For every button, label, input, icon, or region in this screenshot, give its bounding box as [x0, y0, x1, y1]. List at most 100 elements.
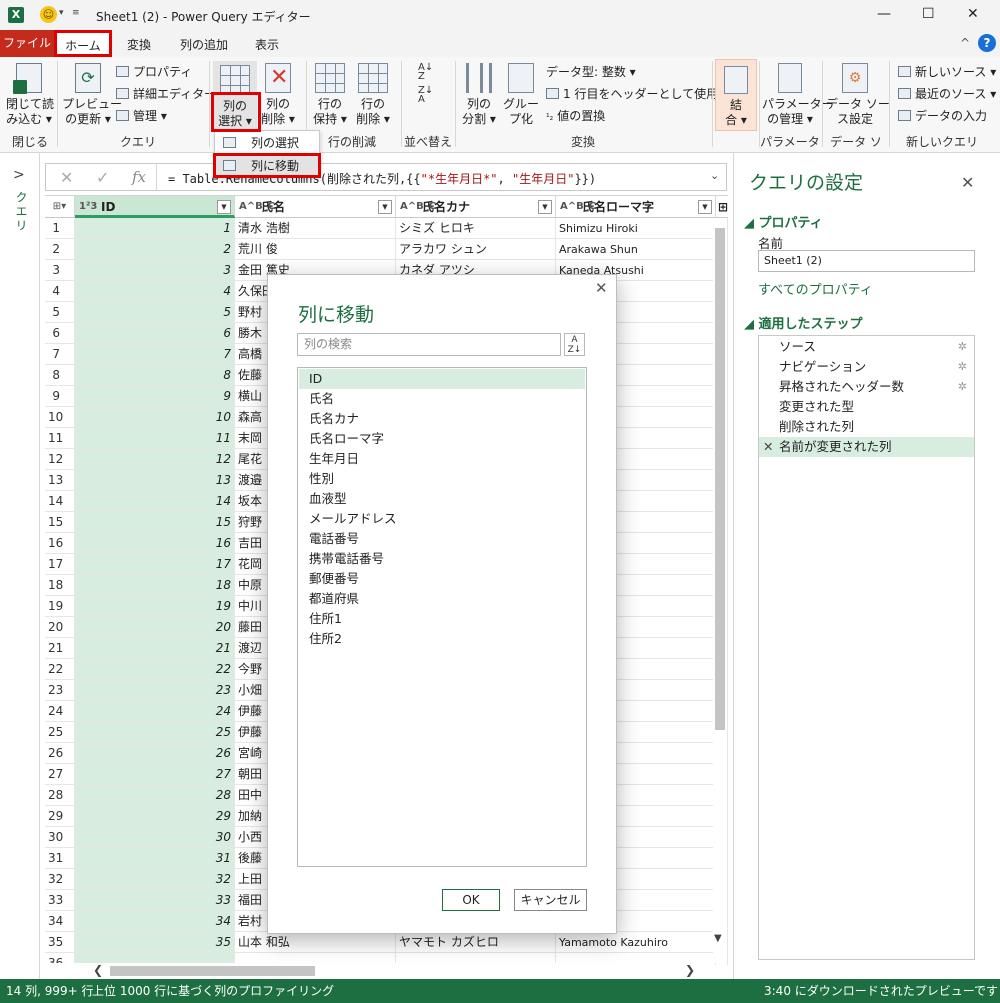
status-profiling[interactable]: 上位 1000 行に基づく列のプロファイリング: [92, 979, 334, 1003]
table-cell[interactable]: 12: [75, 449, 235, 470]
remove-columns-button[interactable]: ✕ 列の 削除 ▾: [258, 63, 298, 127]
table-cell[interactable]: 29: [75, 806, 235, 827]
table-cell[interactable]: 26: [75, 743, 235, 764]
table-cell[interactable]: 13: [75, 470, 235, 491]
applied-steps-header[interactable]: ◢ 適用したステップ: [744, 313, 863, 332]
keep-rows-button[interactable]: 行の 保持 ▾: [310, 63, 350, 127]
table-menu-icon[interactable]: ⊞▾: [45, 196, 75, 218]
data-type-dropdown[interactable]: データ型: 整数 ▾: [546, 63, 636, 80]
column-filter-icon[interactable]: ▼: [538, 200, 552, 214]
table-cell[interactable]: 24: [75, 701, 235, 722]
column-header[interactable]: ⊞: [716, 196, 728, 218]
all-properties-link[interactable]: すべてのプロパティ: [758, 279, 873, 298]
column-filter-icon[interactable]: ▼: [698, 200, 712, 214]
vertical-scrollbar[interactable]: ▼: [713, 218, 727, 963]
tab-file[interactable]: ファイル: [0, 30, 54, 57]
table-cell[interactable]: 10: [75, 407, 235, 428]
table-cell[interactable]: シミズ ヒロキ: [396, 218, 556, 239]
table-cell[interactable]: 16: [75, 533, 235, 554]
horizontal-scrollbar[interactable]: ❮ ❯: [45, 963, 713, 979]
scroll-down-icon[interactable]: ▼: [714, 933, 722, 944]
column-list-item[interactable]: 住所1: [299, 609, 585, 629]
column-list-item[interactable]: ID: [299, 369, 585, 389]
choose-columns-button[interactable]: 列の 選択 ▾: [213, 61, 257, 131]
column-header[interactable]: A^B_C 氏名 ▼: [235, 196, 396, 218]
manage-parameters-button[interactable]: パラメーター の管理 ▾: [762, 63, 834, 127]
table-cell[interactable]: 33: [75, 890, 235, 911]
column-list-item[interactable]: 郵便番号: [299, 569, 585, 589]
table-cell[interactable]: 清水 浩樹: [235, 218, 396, 239]
column-list-item[interactable]: 生年月日: [299, 449, 585, 469]
split-column-button[interactable]: 列の 分割 ▾: [459, 63, 499, 127]
group-by-button[interactable]: グルー プ化: [501, 63, 541, 127]
formula-commit-icon[interactable]: ✓: [96, 168, 109, 187]
tab-view[interactable]: 表示: [247, 34, 287, 56]
close-window-button[interactable]: ✕: [967, 6, 979, 22]
column-type-icon[interactable]: A^B_C: [560, 196, 596, 218]
enter-data-button[interactable]: データの入力: [898, 107, 987, 124]
table-cell[interactable]: 22: [75, 659, 235, 680]
cancel-button[interactable]: キャンセル: [514, 889, 587, 911]
column-type-icon[interactable]: A^B_C: [400, 196, 436, 218]
new-source-button[interactable]: 新しいソース ▾: [898, 63, 996, 80]
close-and-load-button[interactable]: 閉じて読 み込む ▾: [6, 63, 54, 127]
table-cell[interactable]: 4: [75, 281, 235, 302]
replace-values-button[interactable]: ¹₂ 値の置換: [546, 107, 605, 124]
table-cell[interactable]: 25: [75, 722, 235, 743]
table-cell[interactable]: 28: [75, 785, 235, 806]
table-cell[interactable]: アラカワ シュン: [396, 239, 556, 260]
table-cell[interactable]: 27: [75, 764, 235, 785]
step-settings-gear-icon[interactable]: ✲: [958, 357, 967, 377]
help-icon[interactable]: ?: [978, 34, 996, 52]
menu-item-go-to-column[interactable]: 列に移動: [215, 155, 319, 177]
feedback-smiley-icon[interactable]: ☺: [40, 6, 57, 23]
table-cell[interactable]: Arakawa Shun: [556, 239, 716, 260]
minimize-button[interactable]: —: [877, 6, 891, 22]
sort-descending-icon[interactable]: Z↓ A: [418, 86, 433, 105]
table-cell[interactable]: 14: [75, 491, 235, 512]
delete-step-icon[interactable]: ✕: [763, 437, 773, 457]
table-cell[interactable]: 20: [75, 617, 235, 638]
formula-cancel-icon[interactable]: ✕: [60, 168, 73, 187]
table-cell[interactable]: 8: [75, 365, 235, 386]
quick-access-dropdown-icon[interactable]: ▾: [59, 8, 64, 18]
advanced-editor-button[interactable]: 詳細エディター: [116, 85, 216, 102]
column-search-input[interactable]: 列の検索: [297, 333, 561, 356]
vertical-scroll-thumb[interactable]: [715, 228, 725, 730]
column-header[interactable]: A^B_C 氏名カナ ▼: [396, 196, 556, 218]
column-type-icon[interactable]: 1²3: [79, 196, 97, 218]
manage-button[interactable]: 管理 ▾: [116, 107, 167, 124]
column-list-item[interactable]: 氏名カナ: [299, 409, 585, 429]
table-cell[interactable]: 30: [75, 827, 235, 848]
use-first-row-button[interactable]: 1 行目をヘッダーとして使用 ▾: [546, 85, 728, 102]
column-filter-icon[interactable]: ▼: [217, 200, 231, 214]
column-list-item[interactable]: 氏名: [299, 389, 585, 409]
step-settings-gear-icon[interactable]: ✲: [958, 377, 967, 397]
menu-item-choose-columns[interactable]: 列の選択: [215, 132, 319, 154]
column-list-item[interactable]: 電話番号: [299, 529, 585, 549]
column-header[interactable]: A^B_C 氏名ローマ字 ▼: [556, 196, 716, 218]
step-settings-gear-icon[interactable]: ✲: [958, 337, 967, 357]
column-list-item[interactable]: 住所2: [299, 629, 585, 649]
table-cell[interactable]: 34: [75, 911, 235, 932]
query-name-input[interactable]: Sheet1 (2): [758, 250, 975, 272]
close-settings-icon[interactable]: ✕: [961, 173, 974, 192]
column-list-item[interactable]: 携帯電話番号: [299, 549, 585, 569]
tab-transform[interactable]: 変換: [119, 34, 159, 56]
customize-qat-icon[interactable]: ≡: [72, 8, 80, 18]
table-cell[interactable]: 15: [75, 512, 235, 533]
table-cell[interactable]: 19: [75, 596, 235, 617]
applied-step[interactable]: 昇格されたヘッダー数 ✲: [759, 377, 974, 397]
dialog-close-icon[interactable]: ✕: [595, 279, 608, 297]
column-list-item[interactable]: 氏名ローマ字: [299, 429, 585, 449]
properties-button[interactable]: プロパティ: [116, 63, 192, 80]
table-cell[interactable]: ヤマモト カズヒロ: [396, 932, 556, 953]
collapse-ribbon-icon[interactable]: ^: [960, 36, 970, 50]
fx-icon[interactable]: fx: [132, 168, 146, 186]
sort-columns-icon[interactable]: A Z↓: [564, 333, 585, 356]
table-cell[interactable]: Shimizu Hiroki: [556, 218, 716, 239]
table-cell[interactable]: 7: [75, 344, 235, 365]
table-cell[interactable]: 32: [75, 869, 235, 890]
table-cell[interactable]: 21: [75, 638, 235, 659]
tab-add-column[interactable]: 列の追加: [172, 34, 236, 56]
